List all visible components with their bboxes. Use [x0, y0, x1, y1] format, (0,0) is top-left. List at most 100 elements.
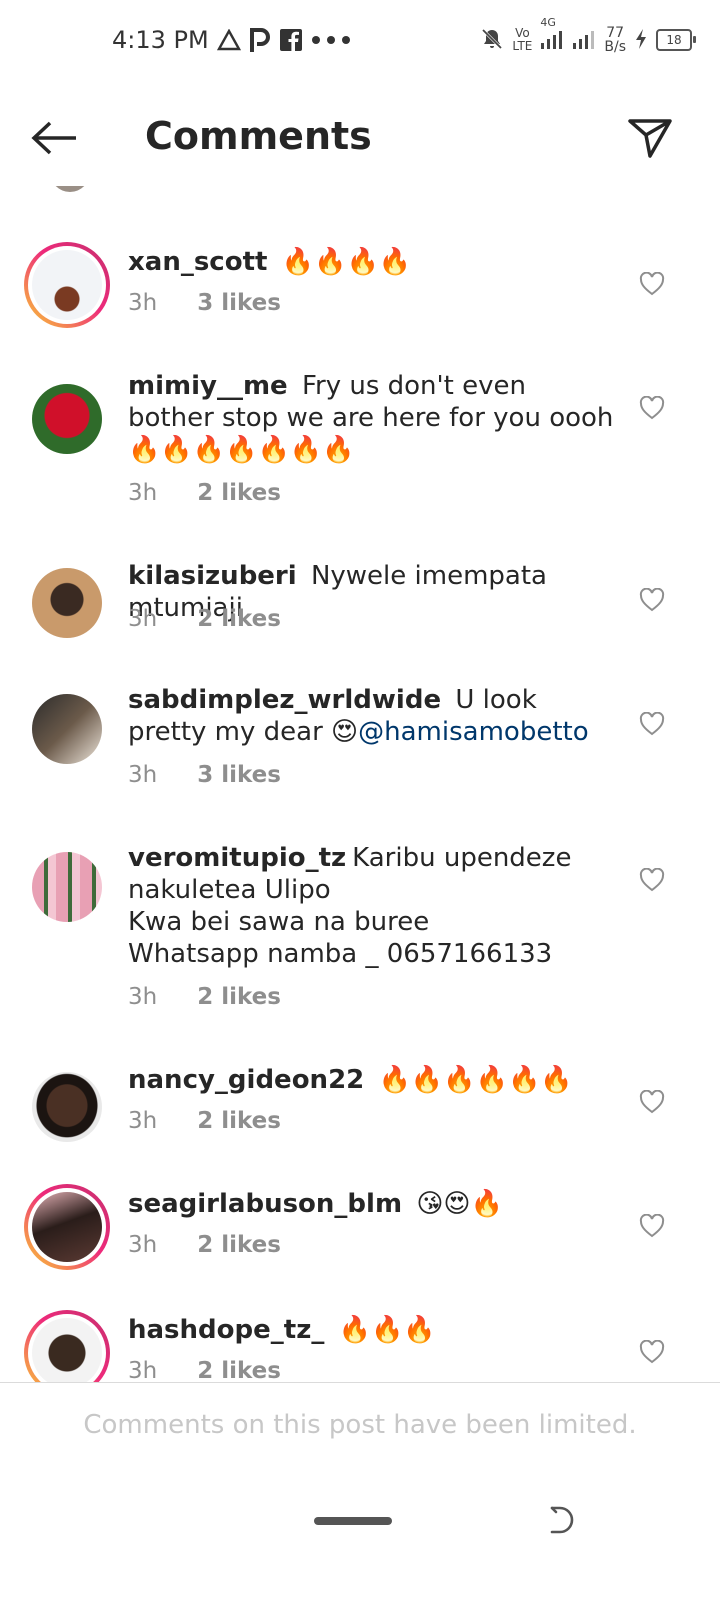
warning-icon	[216, 29, 241, 51]
status-right: Vo LTE 4G 77 B/s 18	[480, 16, 696, 60]
comment-meta: 3h 2 likes	[128, 606, 281, 632]
avatar[interactable]	[24, 686, 110, 772]
comment-likes[interactable]: 3 likes	[197, 290, 281, 316]
avatar[interactable]	[24, 1310, 110, 1382]
comment-username[interactable]: mimiy__me	[128, 371, 288, 401]
comment-body: hashdope_tz_ 🔥🔥🔥	[128, 1314, 618, 1346]
comment-username[interactable]: nancy_gideon22	[128, 1065, 364, 1095]
comment-text-line: Whatsapp namba _ 0657166133	[128, 939, 553, 969]
like-button[interactable]	[634, 1208, 670, 1244]
heart-icon	[639, 1340, 665, 1364]
battery-level: 18	[666, 33, 682, 47]
comment-emoji: 🔥🔥🔥	[338, 1315, 436, 1345]
avatar-image	[32, 568, 102, 638]
speed-value: 77	[606, 25, 625, 41]
comment-likes[interactable]: 2 likes	[197, 606, 281, 632]
comment-username[interactable]: veromitupio_tz	[128, 843, 346, 873]
like-button[interactable]	[634, 266, 670, 302]
avatar-image	[32, 1192, 102, 1262]
comments-list[interactable]: xan_scott 🔥🔥🔥🔥 3h 3 likes mimiy__me Fry …	[0, 186, 720, 1382]
network-speed: 77 B/s	[604, 26, 626, 54]
comment-time: 3h	[128, 1358, 158, 1382]
avatar-image	[32, 1072, 102, 1142]
heart-icon	[639, 868, 665, 892]
comment-time: 3h	[128, 480, 158, 506]
charging-icon	[634, 28, 648, 53]
comment-likes[interactable]: 2 likes	[197, 480, 281, 506]
avatar-image	[32, 384, 102, 454]
arrow-left-icon	[31, 121, 76, 155]
like-button[interactable]	[634, 390, 670, 426]
speed-unit: B/s	[604, 39, 626, 55]
avatar[interactable]	[24, 242, 110, 328]
avatar[interactable]	[24, 844, 110, 930]
comment-body: xan_scott 🔥🔥🔥🔥	[128, 246, 618, 278]
page-title: Comments	[145, 114, 372, 158]
comments-limited-notice: Comments on this post have been limited.	[83, 1410, 637, 1440]
heart-icon	[639, 712, 665, 736]
like-button[interactable]	[634, 706, 670, 742]
comment-body: veromitupio_tz Karibu upendeze nakuletea …	[128, 842, 618, 970]
heart-icon	[639, 588, 665, 612]
comment-emoji: 😍	[331, 717, 359, 747]
comment-meta: 3h 2 likes	[128, 1358, 281, 1382]
like-button[interactable]	[634, 582, 670, 618]
comment-time: 3h	[128, 984, 158, 1010]
comment-text-line: Kwa bei sawa na buree	[128, 907, 430, 937]
avatar-image	[32, 694, 102, 764]
comment-time: 3h	[128, 762, 158, 788]
avatar-partial	[50, 186, 90, 192]
back-gesture-icon[interactable]	[546, 1504, 578, 1536]
battery-icon: 18	[656, 29, 696, 51]
signal-2-icon	[572, 28, 596, 53]
comment-meta: 3h 2 likes	[128, 1232, 281, 1258]
comment-username[interactable]: hashdope_tz_	[128, 1315, 324, 1345]
network-lte: LTE	[512, 39, 533, 53]
avatar[interactable]	[24, 376, 110, 462]
comment-username[interactable]: sabdimplez_wrldwide	[128, 685, 441, 715]
home-gesture-pill[interactable]	[314, 1517, 392, 1525]
comment-username[interactable]: xan_scott	[128, 247, 267, 277]
comment-likes[interactable]: 2 likes	[197, 1358, 281, 1382]
avatar[interactable]	[24, 1184, 110, 1270]
comment-likes[interactable]: 2 likes	[197, 1232, 281, 1258]
clock: 4:13 PM	[112, 26, 209, 54]
comment-likes[interactable]: 2 likes	[197, 984, 281, 1010]
avatar[interactable]	[24, 1064, 110, 1150]
comment-body: nancy_gideon22 🔥🔥🔥🔥🔥🔥	[128, 1064, 618, 1096]
like-button[interactable]	[634, 1334, 670, 1370]
comment-mention[interactable]: @hamisamobetto	[358, 717, 588, 747]
network-type: Vo LTE	[512, 27, 532, 53]
comment-time: 3h	[128, 1108, 158, 1134]
like-button[interactable]	[634, 862, 670, 898]
comment-time: 3h	[128, 290, 158, 316]
send-button[interactable]	[622, 110, 678, 166]
avatar-image	[32, 852, 102, 922]
comment-meta: 3h 2 likes	[128, 984, 281, 1010]
heart-icon	[639, 396, 665, 420]
signal-icon: 4G	[540, 16, 564, 53]
comment-meta: 3h 3 likes	[128, 290, 281, 316]
comment-username[interactable]: kilasizuberi	[128, 561, 297, 591]
comment-time: 3h	[128, 1232, 158, 1258]
comment-time: 3h	[128, 606, 158, 632]
like-button[interactable]	[634, 1084, 670, 1120]
status-left: 4:13 PM	[112, 22, 351, 58]
send-icon	[628, 119, 672, 158]
status-bar: 4:13 PM Vo LTE 4G 77 B/s 18	[0, 0, 720, 80]
facebook-icon	[279, 28, 303, 52]
comment-body: mimiy__me Fry us don't even bother stop …	[128, 370, 618, 466]
comment-emoji: 😘😍🔥	[416, 1189, 503, 1219]
heart-icon	[639, 1090, 665, 1114]
comment-likes[interactable]: 2 likes	[197, 1108, 281, 1134]
comment-likes[interactable]: 3 likes	[197, 762, 281, 788]
comment-body: seagirlabuson_blm 😘😍🔥	[128, 1188, 618, 1220]
avatar-image	[32, 250, 102, 320]
avatar[interactable]	[24, 560, 110, 646]
heart-icon	[639, 272, 665, 296]
footer-divider	[0, 1382, 720, 1383]
back-button[interactable]	[26, 110, 82, 166]
parking-icon	[249, 27, 271, 53]
comment-username[interactable]: seagirlabuson_blm	[128, 1189, 402, 1219]
comment-meta: 3h 3 likes	[128, 762, 281, 788]
